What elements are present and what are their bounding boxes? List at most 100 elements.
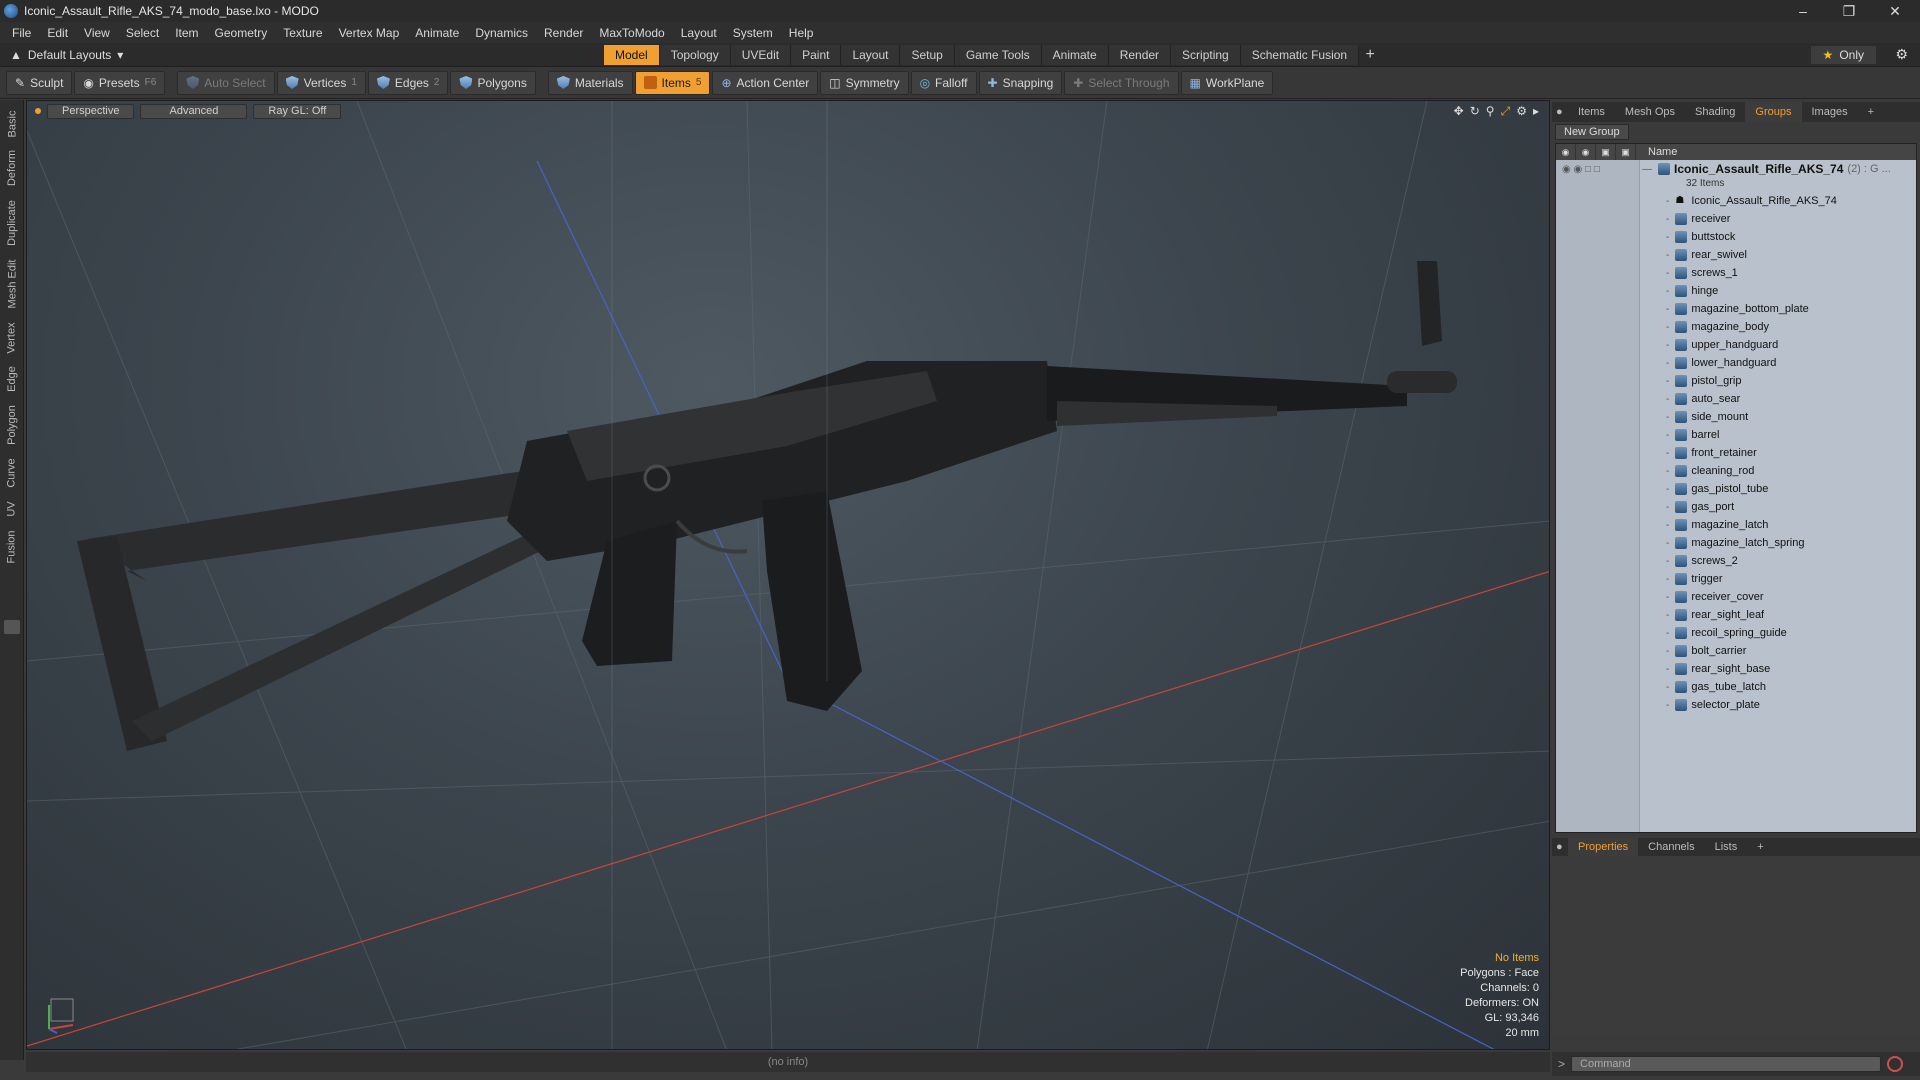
tab-setup[interactable]: Setup (900, 45, 955, 65)
vtab-edge[interactable]: Edge (2, 362, 22, 396)
workplane-button[interactable]: ▦ WorkPlane (1180, 70, 1274, 95)
props-menu-dot[interactable]: ● (1552, 837, 1568, 857)
menu-select[interactable]: Select (118, 26, 167, 40)
command-input[interactable]: Command (1571, 1056, 1882, 1072)
panel-menu-dot[interactable]: ● (1552, 102, 1568, 122)
tab-paint[interactable]: Paint (791, 45, 842, 65)
rifle-model[interactable] (77, 261, 1457, 751)
sculpt-button[interactable]: ✎ Sculpt (6, 70, 73, 95)
group-item-row[interactable]: - side_mount (1556, 408, 1916, 426)
layout-selector[interactable]: ▲ Default Layouts ▾ (10, 46, 123, 64)
menu-render[interactable]: Render (536, 26, 591, 40)
vtab-uv[interactable]: UV (2, 496, 22, 522)
group-item-row[interactable]: - hinge (1556, 282, 1916, 300)
add-props-tab-button[interactable]: + (1747, 837, 1773, 857)
tab-model[interactable]: Model (604, 45, 660, 65)
tab-images[interactable]: Images (1802, 102, 1858, 122)
group-item-row[interactable]: - upper_handguard (1556, 336, 1916, 354)
group-item-row[interactable]: - rear_sight_base (1556, 660, 1916, 678)
group-item-row[interactable]: - receiver_cover (1556, 588, 1916, 606)
collapse-icon[interactable]: — (1642, 164, 1652, 175)
group-item-row[interactable]: - gas_port (1556, 498, 1916, 516)
shading-mode-button[interactable]: Advanced (140, 103, 248, 119)
group-item-row[interactable]: - selector_plate (1556, 696, 1916, 714)
action-center-button[interactable]: ⊕ Action Center (712, 70, 819, 95)
menu-view[interactable]: View (76, 26, 118, 40)
group-item-row[interactable]: - magazine_latch (1556, 516, 1916, 534)
menu-system[interactable]: System (725, 26, 781, 40)
polygons-button[interactable]: Polygons (450, 70, 536, 95)
vtab-fusion[interactable]: Fusion (2, 526, 22, 568)
tab-channels[interactable]: Channels (1638, 837, 1704, 857)
menu-vertex-map[interactable]: Vertex Map (331, 26, 408, 40)
tab-shading[interactable]: Shading (1685, 102, 1745, 122)
select-column-icon[interactable]: ▣ (1616, 144, 1636, 160)
group-item-row[interactable]: - lower_handguard (1556, 354, 1916, 372)
tab-items[interactable]: Items (1568, 102, 1615, 122)
edges-button[interactable]: Edges 2 (367, 70, 449, 95)
3d-viewport[interactable]: Perspective Advanced Ray GL: Off ✥ ↻ ⚲ ⤢… (26, 100, 1550, 1050)
record-icon[interactable] (1887, 1056, 1904, 1072)
group-item-row[interactable]: - screws_2 (1556, 552, 1916, 570)
visibility-column-icon[interactable]: ◉ (1556, 144, 1576, 160)
render-column-icon[interactable]: ◉ (1576, 144, 1596, 160)
group-item-row[interactable]: - auto_sear (1556, 390, 1916, 408)
tab-animate[interactable]: Animate (1041, 45, 1109, 65)
lock-column-icon[interactable]: ▣ (1596, 144, 1616, 160)
group-item-row[interactable]: - gas_tube_latch (1556, 678, 1916, 696)
group-item-row[interactable]: - rear_swivel (1556, 246, 1916, 264)
group-item-row[interactable]: - receiver (1556, 210, 1916, 228)
menu-file[interactable]: File (4, 26, 39, 40)
group-item-row[interactable]: - ☗ Iconic_Assault_Rifle_AKS_74 (1556, 192, 1916, 210)
tab-render[interactable]: Render (1108, 45, 1172, 65)
group-item-row[interactable]: - recoil_spring_guide (1556, 624, 1916, 642)
group-item-row[interactable]: - magazine_latch_spring (1556, 534, 1916, 552)
maximize-icon[interactable]: ⤢ (1501, 104, 1511, 119)
tab-layout[interactable]: Layout (841, 45, 901, 65)
zoom-icon[interactable]: ⚲ (1486, 104, 1495, 119)
group-item-row[interactable]: - rear_sight_leaf (1556, 606, 1916, 624)
group-item-row[interactable]: - cleaning_rod (1556, 462, 1916, 480)
view-mode-button[interactable]: Perspective (47, 103, 135, 119)
menu-edit[interactable]: Edit (39, 26, 76, 40)
move-icon[interactable]: ✥ (1454, 104, 1464, 119)
snapping-button[interactable]: ✚ Snapping (978, 70, 1063, 95)
menu-item[interactable]: Item (167, 26, 206, 40)
vtab-mesh-edit[interactable]: Mesh Edit (2, 256, 22, 312)
root-toggles[interactable]: ◉ ◉ □ □ (1562, 164, 1642, 175)
tab-lists[interactable]: Lists (1705, 837, 1748, 857)
vtab-vertex[interactable]: Vertex (2, 318, 22, 358)
group-item-row[interactable]: - trigger (1556, 570, 1916, 588)
raygl-button[interactable]: Ray GL: Off (253, 103, 342, 119)
vtab-polygon[interactable]: Polygon (2, 400, 22, 450)
group-item-row[interactable]: - barrel (1556, 426, 1916, 444)
name-column-header[interactable]: Name (1636, 146, 1677, 158)
menu-geometry[interactable]: Geometry (207, 26, 276, 40)
add-tab-button[interactable]: + (1359, 45, 1381, 65)
tab-scripting[interactable]: Scripting (1171, 45, 1241, 65)
tab-mesh-ops[interactable]: Mesh Ops (1615, 102, 1685, 122)
tab-schematic-fusion[interactable]: Schematic Fusion (1240, 45, 1360, 65)
group-item-row[interactable]: - gas_pistol_tube (1556, 480, 1916, 498)
menu-help[interactable]: Help (781, 26, 822, 40)
panel-toggle-button[interactable] (4, 620, 20, 634)
auto-select-button[interactable]: Auto Select (177, 70, 275, 95)
tab-properties[interactable]: Properties (1568, 837, 1639, 857)
tab-game-tools[interactable]: Game Tools (954, 45, 1042, 65)
group-item-row[interactable]: - bolt_carrier (1556, 642, 1916, 660)
add-panel-tab-button[interactable]: + (1858, 102, 1884, 122)
tab-uvedit[interactable]: UVEdit (730, 45, 792, 65)
only-toggle[interactable]: ★ Only (1810, 46, 1876, 64)
vtab-duplicate[interactable]: Duplicate (2, 196, 22, 250)
settings-icon[interactable]: ⚙ (1516, 104, 1527, 119)
items-button[interactable]: Items 5 (634, 70, 711, 95)
vertices-button[interactable]: Vertices 1 (276, 70, 366, 95)
group-item-row[interactable]: - buttstock (1556, 228, 1916, 246)
minimize-button[interactable]: – (1780, 0, 1826, 22)
gear-icon[interactable]: ⚙ (1895, 46, 1908, 63)
materials-button[interactable]: Materials (547, 70, 633, 95)
group-item-row[interactable]: - front_retainer (1556, 444, 1916, 462)
falloff-button[interactable]: ◎ Falloff (910, 70, 977, 95)
viewport-menu-dot[interactable] (35, 108, 41, 114)
tab-groups[interactable]: Groups (1745, 102, 1802, 122)
